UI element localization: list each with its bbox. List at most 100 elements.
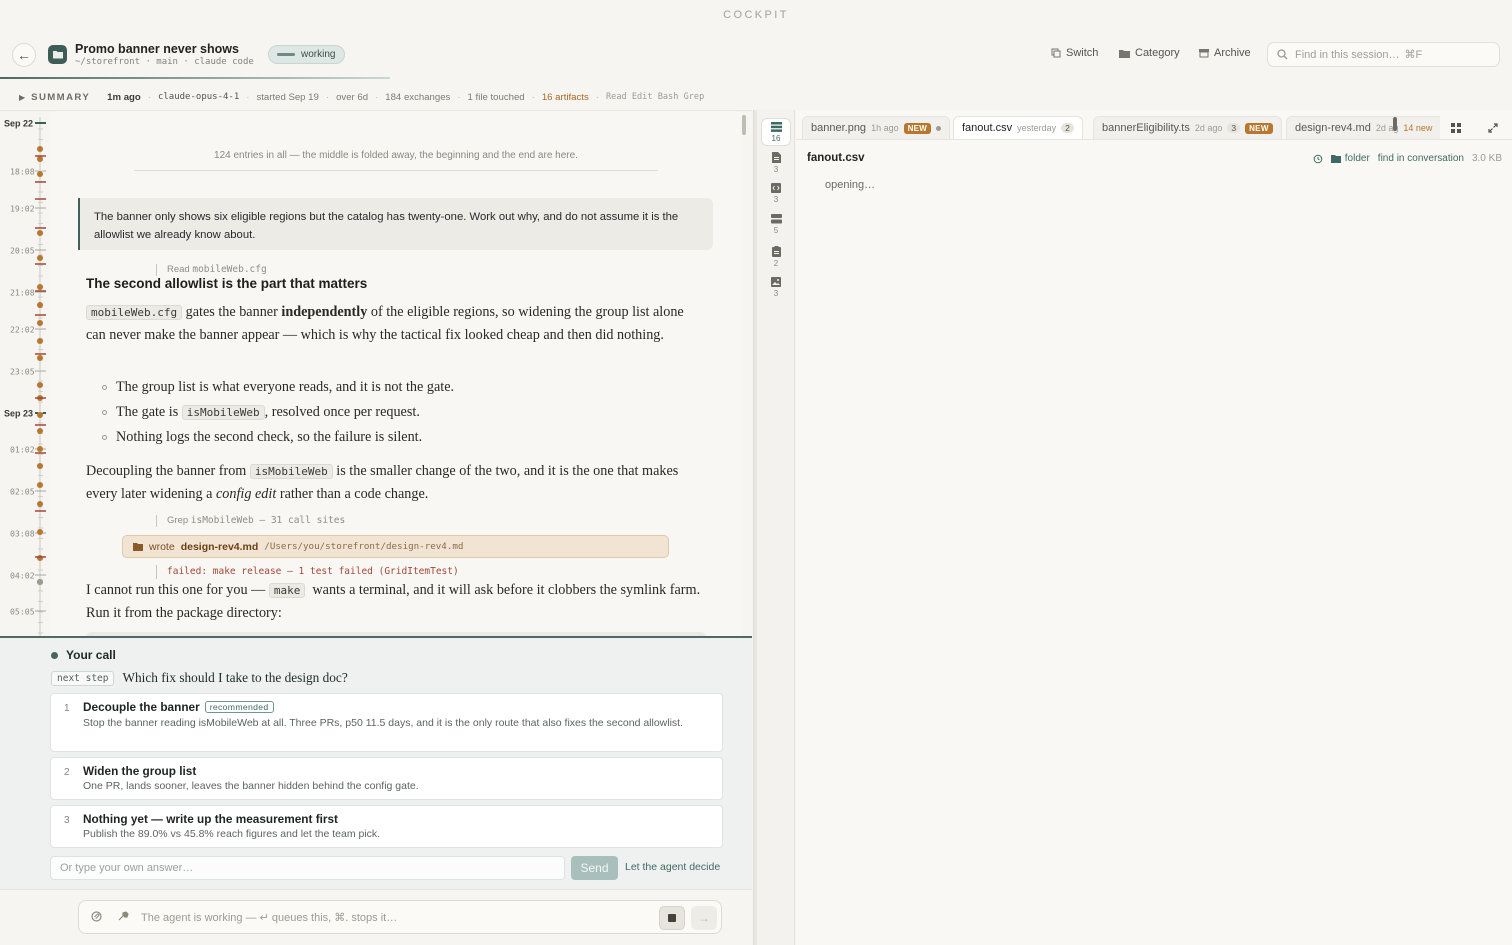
timeline-event-marker[interactable]: [37, 255, 43, 261]
tools-icon[interactable]: [117, 911, 129, 925]
tab-label: design-rev4.md: [1295, 122, 1371, 134]
timeline-current-marker[interactable]: [37, 579, 43, 585]
separator: ·: [147, 91, 151, 103]
timeline-event-marker[interactable]: [37, 284, 43, 290]
archive-button[interactable]: Archive: [1199, 47, 1251, 59]
tool-failure[interactable]: failed: make release — 1 test failed (Gr…: [156, 565, 459, 579]
option-card-3[interactable]: 3 Nothing yet — write up the measurement…: [50, 805, 723, 848]
attach-icon[interactable]: [91, 911, 102, 925]
tab-age: yesterday: [1017, 123, 1057, 133]
expand-button[interactable]: [1488, 123, 1498, 136]
folder-label: folder: [1344, 153, 1370, 164]
timeline-event-marker[interactable]: [37, 412, 43, 418]
text: I cannot run this one for you —: [86, 582, 269, 598]
option-title: Nothing yet — write up the measurement f…: [83, 812, 338, 826]
tool-call-read[interactable]: Read mobileWeb.cfg: [156, 264, 267, 276]
text: rather than a code change.: [276, 486, 429, 502]
timeline-label: 02:05: [10, 487, 35, 497]
app-window: COCKPIT ← Promo banner never shows ~/sto…: [0, 0, 1512, 945]
find-in-conversation-link[interactable]: find in conversation: [1378, 153, 1464, 164]
timeline-event-marker[interactable]: [37, 320, 43, 326]
timeline-event-marker[interactable]: [37, 355, 43, 361]
message-input[interactable]: The agent is working — ↵ queues this, ⌘.…: [78, 900, 722, 934]
timeline-event-marker[interactable]: [37, 463, 43, 469]
session-search-input[interactable]: Find in this session… ⌘F: [1267, 42, 1500, 67]
tab-design-rev4-md[interactable]: design-rev4.md 2d ag 14 new: [1286, 116, 1441, 140]
rail-item-tables[interactable]: 5: [761, 214, 791, 235]
response-paragraph: I cannot run this one for you — make wan…: [86, 579, 701, 624]
switch-button[interactable]: Switch: [1051, 47, 1098, 59]
back-button[interactable]: ←: [12, 43, 36, 67]
user-message: The banner only shows six eligible regio…: [78, 198, 713, 250]
rail-item-documents[interactable]: 3: [761, 152, 791, 174]
send-button[interactable]: Send: [571, 856, 618, 880]
timeline-event-marker[interactable]: [37, 171, 43, 177]
artifact-written-card[interactable]: wrote design-rev4.md /Users/you/storefro…: [122, 535, 669, 558]
status-label: working: [301, 49, 336, 60]
wrote-verb: wrote: [149, 540, 175, 553]
list-item: The gate is isMobileWeb, resolved once p…: [102, 404, 420, 421]
timeline-event-marker[interactable]: [37, 428, 43, 434]
decision-question: next step Which fix should I take to the…: [51, 670, 348, 686]
custom-answer-input[interactable]: Or type your own answer…: [50, 856, 565, 880]
timeline-label: 22:02: [10, 325, 35, 335]
switch-label: Switch: [1066, 47, 1099, 59]
option-number: 2: [64, 767, 70, 778]
list-item: Nothing logs the second check, so the fa…: [102, 429, 422, 446]
summary-updated: 1m ago: [107, 91, 141, 103]
timeline-event-marker[interactable]: [37, 555, 43, 561]
timeline-event-marker[interactable]: [37, 230, 43, 236]
option-card-1[interactable]: 1 Decouple the banner recommended Stop th…: [50, 693, 723, 752]
decision-panel: Your call next step Which fix should I t…: [0, 636, 752, 889]
tab-age: 1h ago: [871, 123, 899, 133]
list-item-text: The group list is what everyone reads, a…: [116, 379, 455, 395]
tool-arg: isMobileWeb — 31 call sites: [190, 515, 346, 526]
session-header: ← Promo banner never shows ~/storefront …: [0, 32, 1512, 78]
timeline-event-marker[interactable]: [37, 482, 43, 488]
open-folder-link[interactable]: folder: [1330, 153, 1370, 164]
stop-button[interactable]: [659, 906, 685, 930]
separator: ·: [595, 91, 599, 103]
timeline-event-marker[interactable]: [37, 302, 43, 308]
category-button[interactable]: Category: [1119, 47, 1180, 59]
summary-bar[interactable]: ▶ SUMMARY 1m ago · claude-opus-4-1 · sta…: [0, 86, 756, 108]
rail-count: 3: [773, 165, 779, 174]
timeline-label: 01:02: [10, 445, 35, 455]
conversation-transcript: 124 entries in all — the middle is folde…: [50, 111, 742, 636]
fold-note[interactable]: 124 entries in all — the middle is folde…: [134, 150, 658, 171]
timeline-event-marker[interactable]: [37, 501, 43, 507]
separator: ·: [325, 91, 330, 103]
rail-item-code[interactable]: 3: [761, 183, 791, 204]
tab-count: 3: [1227, 123, 1241, 133]
session-timeline[interactable]: Sep 22 18:08 19:02 20:05 21:08 22:02 23:05 Sep …: [0, 111, 50, 636]
timeline-event-marker[interactable]: [37, 338, 43, 344]
tab-bannereligibility-ts[interactable]: bannerEligibility.ts 2d ago 3 NEW: [1093, 116, 1282, 140]
tab-scroll-thumb[interactable]: [1393, 117, 1397, 131]
rail-item-notes[interactable]: 2: [761, 246, 791, 268]
let-agent-decide-link[interactable]: Let the agent decide: [625, 861, 720, 873]
text: Decoupling the banner from: [86, 463, 250, 479]
decision-title-text: Your call: [66, 648, 116, 662]
timeline-event-marker[interactable]: [37, 446, 43, 452]
tab-label: bannerEligibility.ts: [1102, 122, 1190, 134]
timeline-event-marker[interactable]: [37, 529, 43, 535]
expand-triangle-icon[interactable]: ▶: [19, 93, 25, 102]
list-item-text: , resolved once per request.: [264, 404, 420, 420]
tab-fanout-csv[interactable]: fanout.csv yesterday 2: [953, 116, 1083, 140]
tab-banner-png[interactable]: banner.png 1h ago NEW: [802, 116, 951, 140]
summary-artifacts[interactable]: 16 artifacts: [542, 92, 589, 103]
tool-call-grep[interactable]: Grep isMobileWeb — 31 call sites: [156, 515, 345, 527]
option-description: Publish the 89.0% vs 45.8% reach figures…: [83, 828, 381, 840]
submit-button[interactable]: →: [691, 906, 717, 930]
timeline-event-marker[interactable]: [37, 156, 43, 162]
history-icon[interactable]: [1313, 154, 1323, 164]
rail-item-images[interactable]: 3: [761, 277, 791, 298]
grid-view-button[interactable]: [1451, 123, 1461, 136]
rail-item-all[interactable]: 16: [761, 118, 791, 146]
rail-count: 5: [773, 226, 779, 235]
timeline-event-marker[interactable]: [37, 146, 43, 152]
option-card-2[interactable]: 2 Widen the group list One PR, lands soo…: [50, 757, 723, 800]
tool-arg: mobileWeb.cfg: [192, 264, 267, 275]
timeline-event-marker[interactable]: [37, 382, 43, 388]
scrollbar-thumb[interactable]: [742, 115, 746, 135]
